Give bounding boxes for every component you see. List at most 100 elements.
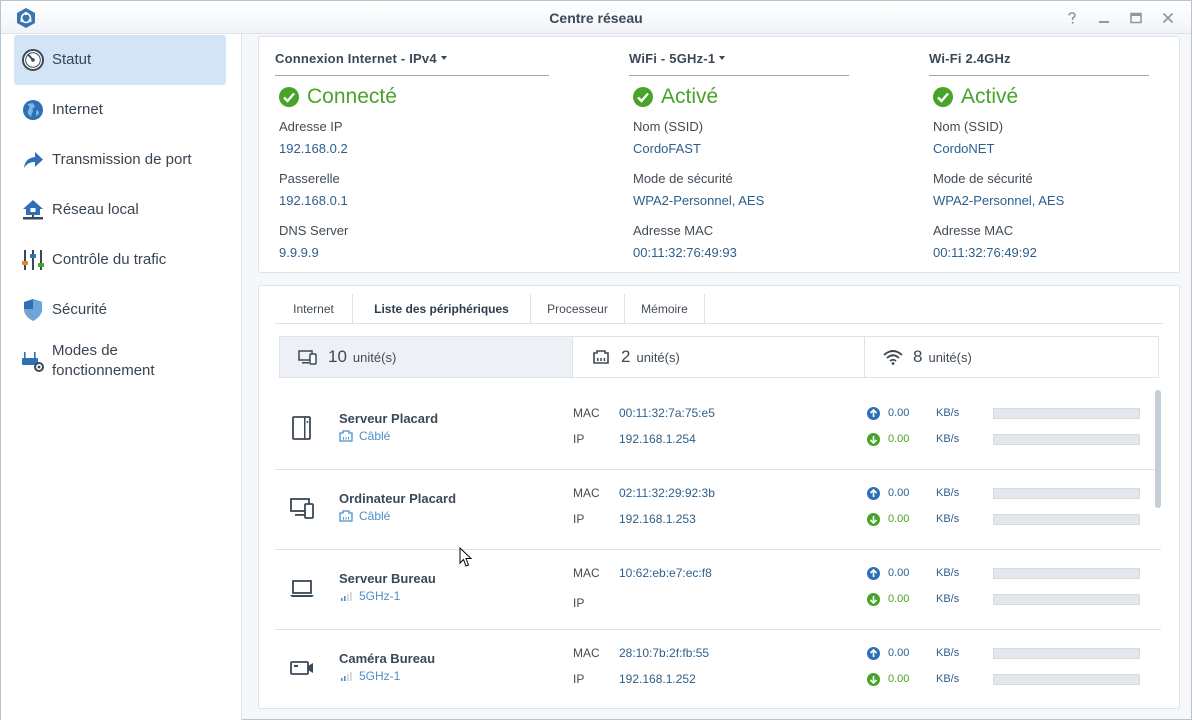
wifi-5ghz-dropdown[interactable]: WiFi - 5GHz-1 (629, 51, 726, 66)
mac-label: MAC (573, 406, 600, 420)
sidebar-item-label: Réseau local (52, 201, 139, 218)
tab-internet[interactable]: Internet (275, 294, 353, 324)
sidebar-item-local-network[interactable]: Réseau local (14, 185, 226, 235)
sidebar-item-status[interactable]: Statut (14, 35, 226, 85)
device-panel: Internet Liste des périphériques Process… (258, 285, 1180, 709)
forward-arrow-icon (24, 152, 43, 168)
mac-label: MAC (573, 566, 600, 580)
upload-arrow-icon (867, 647, 880, 660)
ssid-value: CordoNET (933, 141, 995, 156)
mac-value: 00:11:32:7a:75:e5 (619, 406, 715, 420)
tab-memory[interactable]: Mémoire (625, 294, 705, 324)
upload-bar (993, 568, 1140, 579)
device-list-scrollbar[interactable] (1155, 390, 1161, 508)
upload-bar (993, 488, 1140, 499)
upload-unit: KB/s (936, 407, 960, 419)
chevron-down-icon (719, 55, 726, 60)
signal-icon (341, 592, 352, 601)
summary-wireless-devices[interactable]: 8 unité(s) (865, 337, 1158, 377)
mac-label: MAC (573, 486, 600, 500)
ethernet-port-icon (339, 510, 353, 522)
summary-count: 2 (621, 347, 631, 366)
sidebar-item-label: Sécurité (52, 301, 108, 318)
device-connection: Câblé (339, 509, 390, 523)
sidebar-item-label: Statut (52, 51, 92, 68)
check-circle-icon (633, 87, 653, 107)
upload-bar (993, 408, 1140, 419)
computer-icon (290, 498, 314, 519)
ip-value: 192.168.1.254 (619, 432, 696, 446)
upload-rate: 0.00 (888, 407, 910, 419)
ssid-value: CordoFAST (633, 141, 701, 156)
upload-arrow-icon (867, 407, 880, 420)
home-network-icon (23, 200, 43, 220)
shield-icon (24, 299, 42, 321)
tab-processor[interactable]: Processeur (531, 294, 625, 324)
wifi-5ghz-status: Activé (633, 85, 718, 109)
device-name: Serveur Placard (339, 411, 439, 426)
summary-wired-devices[interactable]: 2 unité(s) (573, 337, 865, 377)
mac-value: 02:11:32:29:92:3b (619, 486, 715, 500)
sidebar-item-traffic-control[interactable]: Contrôle du trafic (14, 235, 226, 285)
server-icon (292, 416, 311, 440)
ethernet-icon (593, 350, 609, 364)
check-circle-icon (933, 87, 953, 107)
summary-count: 10 (328, 347, 347, 366)
device-summary: 10 unité(s) 2 unité(s) 8 unité(s) (279, 336, 1159, 378)
tab-device-list[interactable]: Liste des périphériques (353, 294, 531, 324)
device-row[interactable]: Serveur Placard Câblé MAC 00:11:32:7a:75… (275, 390, 1161, 470)
upload-rate: 0.00 (888, 487, 910, 499)
ip-address-label: Adresse IP (279, 119, 343, 134)
sidebar-item-operation-modes[interactable]: Modes de fonctionnement (14, 335, 226, 387)
mac-address-label: Adresse MAC (633, 223, 714, 238)
internet-status: Connecté (279, 85, 397, 109)
minimize-icon[interactable] (1096, 10, 1112, 26)
download-unit: KB/s (936, 513, 960, 525)
download-arrow-icon (867, 433, 880, 446)
connection-status-card: Connexion Internet - IPv4 Connecté Adres… (258, 36, 1180, 273)
window-title: Centre réseau (549, 10, 643, 26)
upload-arrow-icon (867, 487, 880, 500)
ip-value: 192.168.1.252 (619, 672, 696, 686)
sidebar: Statut Internet Transmission de port Rés… (1, 34, 242, 720)
mac-label: MAC (573, 646, 600, 660)
download-rate: 0.00 (888, 673, 910, 685)
mac-address-value: 00:11:32:76:49:93 (633, 245, 737, 260)
connection-type: 5GHz-1 (359, 589, 401, 603)
sidebar-item-internet[interactable]: Internet (14, 85, 226, 135)
upload-bar (993, 648, 1140, 659)
sidebar-item-port-forwarding[interactable]: Transmission de port (14, 135, 226, 185)
device-connection: Câblé (339, 429, 390, 443)
ip-address-value: 192.168.0.2 (279, 141, 348, 156)
gauge-icon (22, 49, 44, 71)
sidebar-item-label: Modes de fonctionnement (52, 342, 155, 379)
upload-rate: 0.00 (888, 647, 910, 659)
sidebar-item-security[interactable]: Sécurité (14, 285, 226, 335)
upload-unit: KB/s (936, 647, 960, 659)
device-row[interactable]: Caméra Bureau 5GHz-1 MAC 28:10:7b:2f:fb:… (275, 630, 1161, 708)
mac-address-label: Adresse MAC (933, 223, 1014, 238)
device-row[interactable]: Ordinateur Placard Câblé MAC 02:11:32:29… (275, 470, 1161, 550)
tab-bar: Internet Liste des périphériques Process… (275, 294, 1163, 324)
security-mode-label: Mode de sécurité (933, 171, 1033, 186)
network-center-window: Centre réseau Statut Internet Transmissi… (0, 0, 1192, 720)
connection-type: Câblé (359, 429, 391, 443)
download-bar (993, 594, 1140, 605)
connection-type: Câblé (359, 509, 391, 523)
download-rate: 0.00 (888, 433, 910, 445)
device-row[interactable]: Serveur Bureau 5GHz-1 MAC 10:62:eb:e7:ec… (275, 550, 1161, 630)
devices-icon (298, 350, 317, 365)
mac-value: 28:10:7b:2f:fb:55 (619, 646, 710, 660)
ip-label: IP (573, 432, 585, 446)
ip-label: IP (573, 672, 585, 686)
summary-all-devices[interactable]: 10 unité(s) (280, 337, 573, 377)
upload-rate: 0.00 (888, 567, 910, 579)
help-icon[interactable] (1064, 10, 1080, 26)
dns-label: DNS Server (279, 223, 349, 238)
wifi-icon (883, 350, 903, 365)
maximize-icon[interactable] (1128, 10, 1144, 26)
device-connection: 5GHz-1 (339, 669, 400, 683)
internet-connection-dropdown[interactable]: Connexion Internet - IPv4 (275, 51, 447, 66)
wifi-24ghz-status: Activé (933, 85, 1018, 109)
close-icon[interactable] (1160, 10, 1176, 26)
